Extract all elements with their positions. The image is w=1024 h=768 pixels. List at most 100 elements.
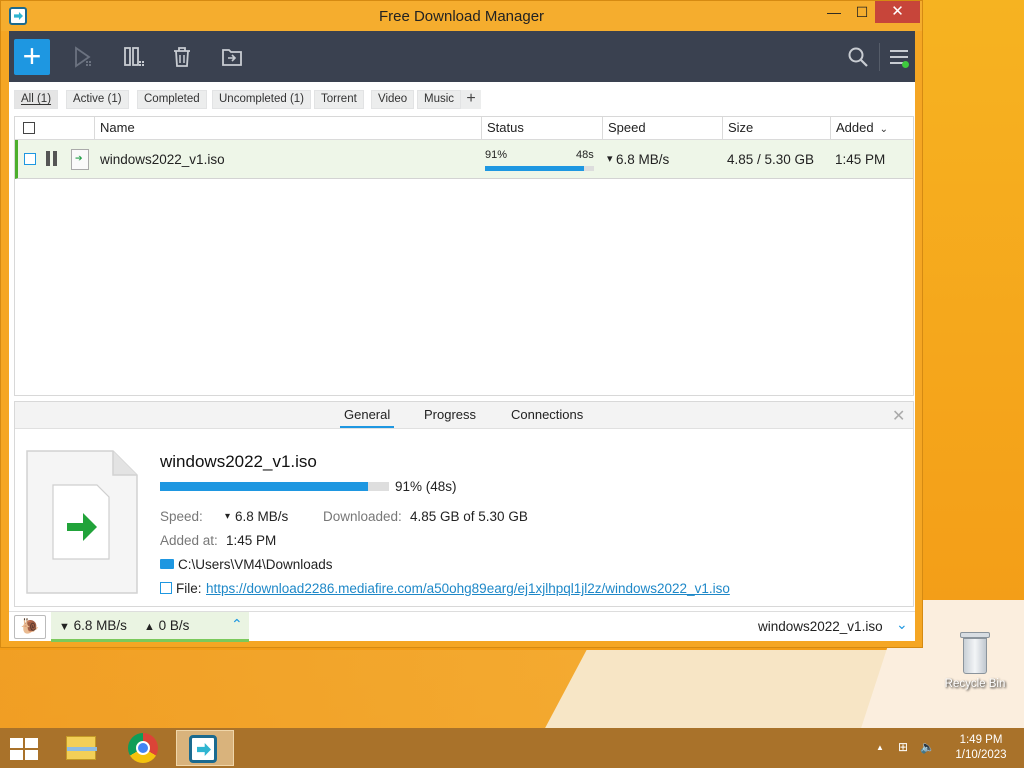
pause-icon xyxy=(124,47,144,66)
table-row[interactable]: windows2022_v1.iso 91% 48s ▾ 6.8 MB/s 4.… xyxy=(15,140,913,179)
tab-general[interactable]: General xyxy=(340,407,395,428)
filter-tab-uncompleted[interactable]: Uncompleted (1) xyxy=(212,90,312,109)
details-progress-fill xyxy=(160,482,369,491)
row-checkbox[interactable] xyxy=(24,153,36,165)
downloaded-label: Downloaded: xyxy=(323,509,402,524)
external-link-icon xyxy=(160,582,172,594)
download-arrow-icon: ▾ xyxy=(225,511,231,522)
resume-icon xyxy=(75,46,91,68)
recycle-bin-label: Recycle Bin xyxy=(944,678,1006,690)
add-download-button[interactable]: + xyxy=(14,39,50,75)
downloads-table: Name Status Speed Size Added ⌄ windows202… xyxy=(14,116,914,396)
details-progress-text: 91% (48s) xyxy=(395,479,457,494)
volume-icon[interactable]: 🔈 xyxy=(920,740,935,754)
maximize-button[interactable]: ☐ xyxy=(847,1,877,23)
column-header-name[interactable]: Name xyxy=(94,117,481,139)
tab-connections[interactable]: Connections xyxy=(511,407,583,422)
select-all-checkbox[interactable] xyxy=(23,122,35,134)
table-header: Name Status Speed Size Added ⌄ xyxy=(15,117,913,140)
speed-summary[interactable]: ▼ 6.8 MB/s ▲ 0 B/s ⌃ xyxy=(51,612,249,642)
column-header-added[interactable]: Added ⌄ xyxy=(830,117,913,139)
taskbar-file-explorer[interactable] xyxy=(56,730,106,766)
details-tabs: General Progress Connections ✕ xyxy=(15,402,913,429)
down-arrow-icon: ▼ xyxy=(59,621,70,633)
details-panel: General Progress Connections ✕ windows20… xyxy=(14,401,914,607)
taskbar: ▲ ⊞ 🔈 1:49 PM 1/10/2023 xyxy=(0,728,1024,768)
add-filter-button[interactable]: + xyxy=(461,90,481,109)
download-arrow-icon: ▾ xyxy=(607,153,613,165)
row-status-eta: 48s xyxy=(576,149,594,161)
taskbar-chrome[interactable] xyxy=(118,730,168,766)
download-folder-path[interactable]: C:\Users\VM4\Downloads xyxy=(178,557,333,572)
filter-tab-torrent[interactable]: Torrent xyxy=(314,90,364,109)
file-icon xyxy=(71,149,89,170)
filter-tab-all[interactable]: All (1) xyxy=(14,90,59,109)
added-at-value: 1:45 PM xyxy=(226,533,277,548)
source-url-link[interactable]: https://download2286.mediafire.com/a50oh… xyxy=(206,581,730,596)
status-bar: 🐌 ▼ 6.8 MB/s ▲ 0 B/s ⌃ windows2022_v1.is… xyxy=(9,611,915,642)
total-download-speed: ▼ 6.8 MB/s xyxy=(59,618,127,633)
downloaded-value: 4.85 GB of 5.30 GB xyxy=(410,509,528,524)
window-title: Free Download Manager xyxy=(378,8,545,25)
fdm-app-icon xyxy=(189,735,217,763)
row-added: 1:45 PM xyxy=(835,152,886,167)
desktop-shape xyxy=(0,650,600,728)
search-icon xyxy=(848,47,868,67)
clock-date: 1/10/2023 xyxy=(955,749,1007,761)
title-bar[interactable]: Free Download Manager — ☐ ✕ xyxy=(1,1,922,31)
show-hidden-icons-icon[interactable]: ▲ xyxy=(876,743,884,752)
details-progress-bar xyxy=(160,482,389,491)
total-upload-speed: ▲ 0 B/s xyxy=(144,618,189,633)
recycle-bin[interactable]: Recycle Bin xyxy=(940,632,1010,690)
pause-button[interactable] xyxy=(122,45,146,69)
filter-bar: All (1) Active (1) Completed Uncompleted… xyxy=(9,82,915,115)
column-header-size[interactable]: Size xyxy=(722,117,830,139)
start-button[interactable] xyxy=(10,738,38,760)
up-arrow-icon: ▲ xyxy=(144,621,155,633)
taskbar-clock[interactable]: 1:49 PM 1/10/2023 xyxy=(950,733,1012,763)
taskbar-free-download-manager[interactable] xyxy=(176,730,234,766)
chevron-up-icon[interactable]: ⌃ xyxy=(231,616,243,633)
sort-descending-icon: ⌄ xyxy=(879,124,888,135)
update-indicator-dot xyxy=(902,61,909,68)
tab-progress[interactable]: Progress xyxy=(424,407,476,422)
column-header-speed[interactable]: Speed xyxy=(602,117,722,139)
toolbar: + xyxy=(9,31,915,82)
row-size: 4.85 / 5.30 GB xyxy=(727,152,815,167)
filter-tab-music[interactable]: Music xyxy=(417,90,462,109)
trash-icon xyxy=(174,47,190,67)
search-button[interactable] xyxy=(846,45,870,69)
row-progress-fill xyxy=(485,166,585,171)
row-speed: 6.8 MB/s xyxy=(616,152,670,167)
speed-value: 6.8 MB/s xyxy=(235,509,289,524)
file-explorer-icon xyxy=(66,736,97,760)
recycle-bin-icon xyxy=(960,632,990,676)
windows-logo-icon xyxy=(10,738,23,748)
file-label: File: xyxy=(176,581,202,596)
total-upload-speed-value: 0 B/s xyxy=(158,618,190,633)
move-button[interactable] xyxy=(220,45,244,69)
column-header-status[interactable]: Status xyxy=(481,117,602,139)
large-file-icon xyxy=(26,450,138,594)
row-status-percent: 91% xyxy=(485,149,508,161)
snail-mode-icon[interactable]: 🐌 xyxy=(14,615,46,639)
folder-icon xyxy=(160,559,174,569)
network-icon[interactable]: ⊞ xyxy=(898,740,908,754)
close-button[interactable]: ✕ xyxy=(875,1,920,23)
filter-tab-completed[interactable]: Completed xyxy=(137,90,207,109)
delete-button[interactable] xyxy=(170,45,194,69)
move-folder-icon xyxy=(222,49,242,66)
pause-icon[interactable] xyxy=(45,151,59,167)
chevron-down-icon[interactable]: ⌄ xyxy=(896,616,908,633)
minimize-button[interactable]: — xyxy=(819,1,849,23)
close-details-icon[interactable]: ✕ xyxy=(892,406,905,426)
details-file-name: windows2022_v1.iso xyxy=(160,452,317,471)
toolbar-divider xyxy=(879,43,880,71)
filter-tab-video[interactable]: Video xyxy=(371,90,415,109)
speed-label: Speed: xyxy=(160,509,203,524)
app-window: Free Download Manager — ☐ ✕ + All (1) Ac… xyxy=(0,0,923,648)
resume-button[interactable] xyxy=(71,45,95,69)
filter-tab-active[interactable]: Active (1) xyxy=(66,90,129,109)
added-at-label: Added at: xyxy=(160,533,218,548)
row-progress-bar xyxy=(485,166,594,171)
